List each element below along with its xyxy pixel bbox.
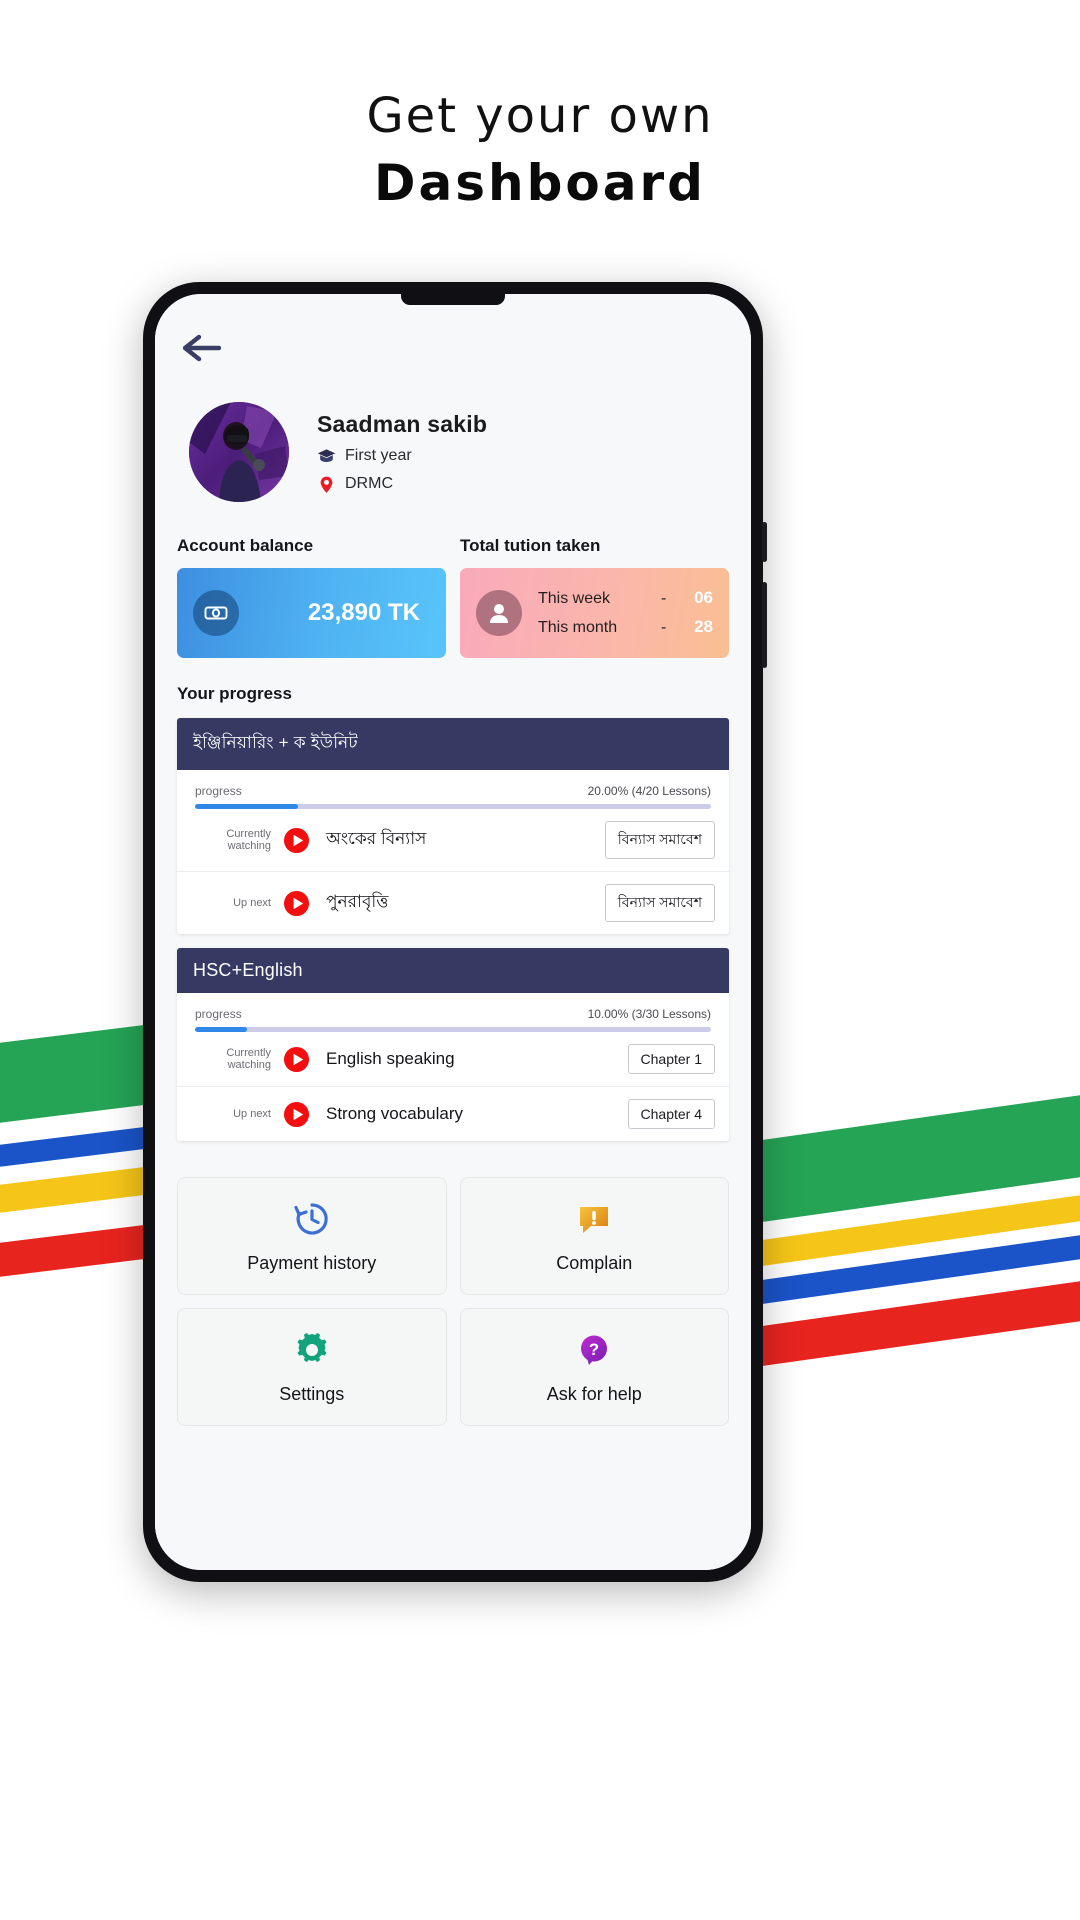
- tuition-row-dash: -: [661, 590, 667, 607]
- history-clock-icon: [294, 1202, 328, 1235]
- tile-label: Complain: [556, 1252, 633, 1273]
- poster-headline: Get your own Dashboard: [0, 86, 1080, 216]
- tuition-row-value: 28: [694, 617, 713, 636]
- tuition-row-label: This month: [538, 619, 618, 636]
- phone-side-button[interactable]: [762, 582, 767, 668]
- tile-settings[interactable]: Settings: [177, 1308, 447, 1426]
- progress-meter-label: progress: [195, 1007, 242, 1021]
- stats-row: Account balance 23,890 TK Total tution t…: [177, 536, 729, 658]
- lesson-chip[interactable]: Chapter 4: [627, 1099, 715, 1129]
- tile-label: Settings: [279, 1383, 345, 1404]
- progress-meter-value: 20.00% (4/20 Lessons): [587, 784, 711, 798]
- question-chat-icon: ?: [581, 1335, 608, 1365]
- play-icon[interactable]: [283, 827, 310, 854]
- lesson-name: Strong vocabulary: [326, 1104, 464, 1123]
- poster-root: Get your own Dashboard Saadman sakib Fir…: [0, 0, 1080, 1920]
- balance-label: Account balance: [177, 536, 314, 555]
- lesson-state: Up next: [233, 1108, 271, 1120]
- lesson-row[interactable]: Up next Strong vocabulary Chapter 4: [177, 1087, 729, 1141]
- progress-meter-row: progress 20.00% (4/20 Lessons): [177, 770, 729, 798]
- account-balance-card[interactable]: 23,890 TK: [177, 568, 446, 658]
- headline-line-1: Get your own: [366, 88, 714, 144]
- lesson-name: পুনরাবৃত্তি: [326, 892, 389, 911]
- phone-notch: [401, 294, 505, 305]
- lesson-chip[interactable]: Chapter 1: [627, 1044, 715, 1074]
- profile-year-row: First year: [317, 447, 487, 466]
- banknote-icon-wrap: [193, 590, 239, 636]
- tuition-card[interactable]: This week - 06 This month - 28: [460, 568, 729, 658]
- phone-screen: Saadman sakib First year DRMC Account ba…: [155, 294, 751, 1570]
- svg-text:?: ?: [589, 1340, 599, 1359]
- profile-institution-row: DRMC: [317, 475, 487, 494]
- tuition-row: This month - 28: [538, 613, 713, 642]
- play-icon[interactable]: [283, 1101, 310, 1128]
- lesson-chip[interactable]: বিন্যাস সমাবেশ: [604, 884, 715, 922]
- tuition-row-value: 06: [694, 588, 713, 607]
- lesson-state: Currently watching: [226, 1047, 271, 1071]
- phone-mockup: Saadman sakib First year DRMC Account ba…: [143, 282, 767, 1582]
- profile-name: Saadman sakib: [317, 410, 488, 437]
- tile-payment-history[interactable]: Payment history: [177, 1177, 447, 1295]
- tuition-column: Total tution taken This week - 06 This m…: [460, 536, 729, 658]
- balance-amount: 23,890 TK: [307, 599, 420, 626]
- lesson-state: Up next: [233, 897, 271, 909]
- lesson-row[interactable]: Up next পুনরাবৃত্তি বিন্যাস সমাবেশ: [177, 872, 729, 934]
- gear-icon: [297, 1332, 327, 1362]
- tile-ask-for-help[interactable]: ? Ask for help: [459, 1308, 729, 1426]
- banknote-icon: [204, 606, 228, 620]
- course-card: ইঞ্জিনিয়ারিং + ক ইউনিট progress 20.00% …: [177, 718, 729, 934]
- action-tiles: Payment history Complain Settings ? Ask …: [177, 1177, 729, 1426]
- headline-line-2: Dashboard: [374, 154, 706, 212]
- progress-section-label: Your progress: [177, 684, 292, 703]
- location-pin-icon: [320, 476, 333, 493]
- warning-chat-icon: [580, 1206, 609, 1233]
- tuition-label: Total tution taken: [460, 536, 601, 555]
- person-icon-wrap: [476, 590, 522, 636]
- tile-label: Payment history: [247, 1252, 377, 1273]
- profile-year-text: First year: [345, 447, 412, 464]
- lesson-state: Currently watching: [226, 828, 271, 852]
- avatar[interactable]: [189, 402, 289, 502]
- course-title: ইঞ্জিনিয়ারিং + ক ইউনিট: [177, 718, 729, 770]
- profile-details: Saadman sakib First year DRMC: [317, 411, 487, 494]
- progress-meter-row: progress 10.00% (3/30 Lessons): [177, 993, 729, 1021]
- lesson-row[interactable]: Currently watching English speaking Chap…: [177, 1032, 729, 1087]
- play-icon[interactable]: [283, 1046, 310, 1073]
- tuition-row-label: This week: [538, 590, 611, 607]
- balance-column: Account balance 23,890 TK: [177, 536, 446, 658]
- profile-photo: [189, 402, 289, 502]
- progress-meter-label: progress: [195, 784, 242, 798]
- tuition-row: This week - 06: [538, 584, 713, 613]
- tuition-row-dash: -: [661, 619, 667, 636]
- lesson-row[interactable]: Currently watching অংকের বিন্যাস বিন্যাস…: [177, 809, 729, 872]
- tile-label: Ask for help: [546, 1383, 642, 1404]
- profile-section: Saadman sakib First year DRMC: [155, 362, 751, 502]
- person-icon: [490, 604, 508, 623]
- play-icon[interactable]: [283, 890, 310, 917]
- tuition-rows: This week - 06 This month - 28: [538, 584, 713, 642]
- arrow-left-icon[interactable]: [183, 334, 221, 362]
- course-card: HSC+English progress 10.00% (3/30 Lesson…: [177, 948, 729, 1141]
- lesson-chip[interactable]: বিন্যাস সমাবেশ: [604, 821, 715, 859]
- lesson-name: অংকের বিন্যাস: [326, 829, 427, 848]
- course-title: HSC+English: [177, 948, 729, 993]
- graduation-cap-icon: [317, 448, 336, 462]
- progress-meter-value: 10.00% (3/30 Lessons): [587, 1007, 711, 1021]
- lesson-name: English speaking: [326, 1049, 455, 1068]
- course-body: progress 10.00% (3/30 Lessons) Currently…: [177, 993, 729, 1141]
- profile-institution-text: DRMC: [345, 475, 393, 492]
- course-body: progress 20.00% (4/20 Lessons) Currently…: [177, 770, 729, 934]
- app-screen: Saadman sakib First year DRMC Account ba…: [155, 294, 751, 1570]
- tile-complain[interactable]: Complain: [459, 1177, 729, 1295]
